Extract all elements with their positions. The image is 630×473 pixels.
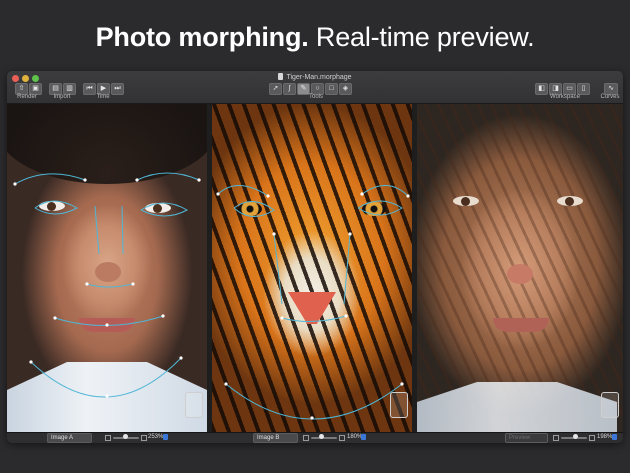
zoom-out-icon[interactable] [105, 435, 111, 441]
image-a-zoom-stepper[interactable] [163, 434, 168, 440]
time-label: Time [96, 94, 110, 100]
workspace-label: Workspace [550, 94, 580, 100]
headline: Photo morphing. Real-time preview. [0, 22, 630, 53]
render-label: Render [17, 94, 37, 100]
image-a-selector[interactable]: Image A [47, 433, 92, 443]
curve-tool-icon[interactable]: ∫ [283, 83, 296, 95]
image-a-zoom-value: 253% [148, 434, 164, 440]
device-preview-icon[interactable] [601, 392, 619, 418]
device-preview-icon[interactable] [185, 392, 203, 418]
image-b-zoom-stepper[interactable] [361, 434, 366, 440]
headline-light: Real-time preview. [315, 22, 535, 52]
morph-curves-a[interactable] [7, 104, 207, 432]
image-a-zoom-knob[interactable] [123, 434, 128, 439]
tools-label: Tools [308, 94, 323, 100]
morph-right-eye [557, 196, 583, 206]
window-title-text: Tiger-Man.morphage [286, 74, 352, 81]
toolbar: Tiger-Man.morphage ⇧ ▣ Render ▤ ▥ Import ⏮… [7, 71, 623, 104]
status-bar: Image A 253% Image B 180% Preview 198% [7, 432, 623, 443]
image-b-selector-label: Image B [257, 435, 280, 441]
import-label: Import [53, 94, 71, 100]
morph-nose [507, 264, 533, 284]
morph-left-eye [453, 196, 479, 206]
zoom-out-icon[interactable] [553, 435, 559, 441]
mask-tool-icon[interactable]: ◈ [339, 83, 352, 95]
zoom-out-icon[interactable] [303, 435, 309, 441]
morph-mouth [493, 318, 549, 332]
preview-zoom-value: 198% [597, 434, 613, 440]
window-title: Tiger-Man.morphage [7, 73, 623, 81]
morph-curves-b[interactable] [212, 104, 412, 432]
preview-canvas[interactable] [417, 104, 623, 432]
image-b-zoom-knob[interactable] [319, 434, 324, 439]
app-window: Tiger-Man.morphage ⇧ ▣ Render ▤ ▥ Import ⏮… [7, 71, 623, 443]
zoom-in-icon[interactable] [339, 435, 345, 441]
image-b-canvas[interactable] [212, 104, 412, 432]
zoom-in-icon[interactable] [141, 435, 147, 441]
curves-label: Curves [600, 94, 620, 100]
preview-zoom-knob[interactable] [573, 434, 578, 439]
zoom-in-icon[interactable] [589, 435, 595, 441]
device-preview-icon[interactable] [390, 392, 408, 418]
document-icon [278, 73, 284, 80]
image-b-zoom-slider[interactable] [311, 437, 337, 439]
image-a-canvas[interactable] [7, 104, 207, 432]
image-a-selector-label: Image A [51, 435, 74, 441]
preview-zoom-stepper[interactable] [612, 434, 617, 440]
preview-selector[interactable]: Preview [505, 433, 548, 443]
image-b-selector[interactable]: Image B [253, 433, 298, 443]
headline-bold: Photo morphing. [95, 22, 309, 52]
preview-selector-label: Preview [509, 435, 531, 441]
select-tool-icon[interactable]: ➚ [269, 83, 282, 95]
